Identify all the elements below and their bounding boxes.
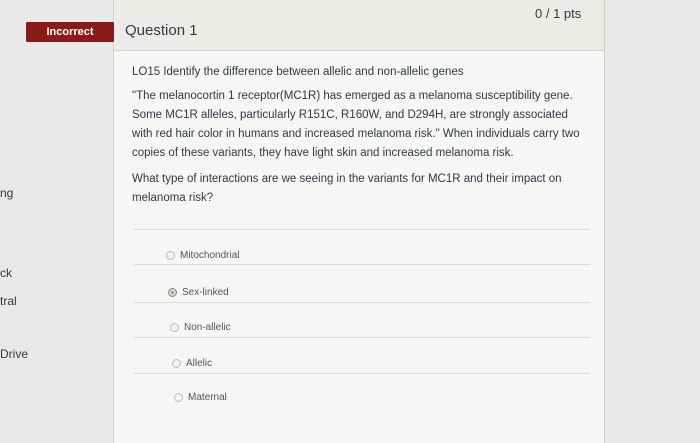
learning-objective: LO15 Identify the difference between all…	[132, 66, 464, 78]
sidebar-fragment-4[interactable]: Drive	[0, 347, 28, 361]
answer-option-maternal[interactable]: Maternal	[174, 392, 227, 403]
answer-label: Non-allelic	[184, 322, 231, 333]
radio-button[interactable]	[172, 359, 181, 368]
question-passage: "The melanocortin 1 receptor(MC1R) has e…	[132, 90, 580, 159]
sidebar-fragment-3[interactable]: tral	[0, 294, 17, 308]
answer-option-non-allelic[interactable]: Non-allelic	[170, 322, 231, 333]
points-label: 0 / 1 pts	[535, 6, 582, 21]
answer-option-mitochondrial[interactable]: Mitochondrial	[166, 250, 239, 261]
question-header: Question 1 0 / 1 pts	[114, 0, 604, 51]
answer-label: Maternal	[188, 392, 227, 403]
divider	[134, 373, 590, 374]
question-title: Question 1	[125, 22, 198, 39]
radio-button[interactable]	[174, 393, 183, 402]
radio-button-selected[interactable]	[168, 288, 177, 297]
divider	[134, 337, 590, 338]
radio-button[interactable]	[170, 323, 179, 332]
answer-option-sex-linked[interactable]: Sex-linked	[168, 287, 229, 298]
sidebar-fragment-2[interactable]: ck	[0, 266, 12, 280]
incorrect-badge: Incorrect	[26, 22, 114, 42]
answer-label: Sex-linked	[182, 287, 229, 298]
divider	[134, 229, 590, 230]
divider	[134, 302, 590, 303]
answer-option-allelic[interactable]: Allelic	[172, 358, 212, 369]
question-card: Question 1 0 / 1 pts LO15 Identify the d…	[113, 0, 605, 443]
answer-label: Allelic	[186, 358, 213, 369]
divider	[134, 264, 590, 265]
sidebar-fragment-1: ng	[0, 186, 14, 200]
question-prompt: What type of interactions are we seeing …	[132, 173, 562, 204]
answer-label: Mitochondrial	[180, 250, 240, 261]
radio-button[interactable]	[166, 251, 175, 260]
